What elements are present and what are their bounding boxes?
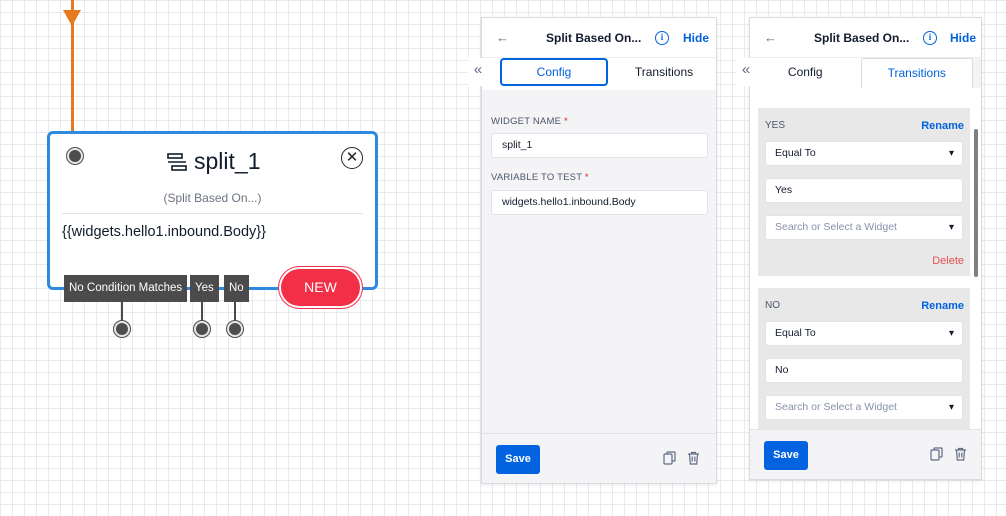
widget-input-port[interactable] <box>67 148 83 164</box>
widget-title: split_1 <box>166 148 260 175</box>
operator-value: Equal To <box>775 147 816 159</box>
chevron-down-icon: ▾ <box>948 328 954 339</box>
copy-icon[interactable] <box>930 447 943 461</box>
scrollbar[interactable] <box>974 129 978 277</box>
info-icon[interactable]: i <box>655 31 669 45</box>
double-chevron-left-icon[interactable]: « <box>736 58 756 86</box>
save-button[interactable]: Save <box>764 441 808 470</box>
transitions-panel: ← Split Based On... i Hide Config Transi… <box>736 17 982 480</box>
widget-name: split_1 <box>194 148 261 174</box>
widget-select[interactable]: Search or Select a Widget ▾ <box>765 395 963 420</box>
widget-select-placeholder: Search or Select a Widget <box>775 401 897 413</box>
arrow-left-icon[interactable]: ← <box>496 30 509 45</box>
chevron-down-icon: ▾ <box>948 402 954 413</box>
operator-select[interactable]: Equal To ▾ <box>765 321 963 346</box>
transitions-list: YES Rename Equal To ▾ Yes Search or Sele… <box>750 90 981 430</box>
hide-button[interactable]: Hide <box>683 31 709 45</box>
variable-to-test-input[interactable]: widgets.hello1.inbound.Body <box>491 190 708 215</box>
tab-transitions[interactable]: Transitions <box>612 58 716 88</box>
rename-button[interactable]: Rename <box>921 120 964 132</box>
transition-tag-yes[interactable]: Yes <box>190 275 219 302</box>
condition-card-yes: YES Rename Equal To ▾ Yes Search or Sele… <box>758 108 970 276</box>
transition-tag-no[interactable]: No <box>224 275 249 302</box>
panel-footer: Save <box>482 433 716 483</box>
operator-select[interactable]: Equal To ▾ <box>765 141 963 166</box>
panel-header: ← Split Based On... i Hide <box>750 18 981 58</box>
tab-config[interactable]: Config <box>750 58 861 88</box>
condition-value-input[interactable]: No <box>765 358 963 383</box>
panel-tabs: Config Transitions <box>482 58 716 88</box>
condition-card-no: NO Rename Equal To ▾ No Search or Select… <box>758 288 970 430</box>
widget-name-label: WIDGET NAME * <box>491 116 568 127</box>
split-icon <box>167 152 187 171</box>
panel-title: Split Based On... <box>814 31 910 45</box>
double-chevron-left-icon[interactable]: « <box>468 58 488 86</box>
arrow-left-icon[interactable]: ← <box>764 30 777 45</box>
output-port-no[interactable] <box>227 321 243 337</box>
condition-label: YES <box>765 120 786 131</box>
config-panel: ← Split Based On... i Hide Config Transi… <box>468 17 717 484</box>
widget-select-placeholder: Search or Select a Widget <box>775 221 897 233</box>
widget-type-label: (Split Based On...) <box>163 191 262 205</box>
widget-variable: {{widgets.hello1.inbound.Body}} <box>62 224 266 240</box>
delete-condition-button[interactable]: Delete <box>932 255 964 267</box>
copy-icon[interactable] <box>663 451 676 465</box>
panel-title: Split Based On... <box>546 31 642 45</box>
chevron-down-icon: ▾ <box>948 148 954 159</box>
widget-select[interactable]: Search or Select a Widget ▾ <box>765 215 963 240</box>
tab-config[interactable]: Config <box>500 58 608 86</box>
tab-transitions[interactable]: Transitions <box>860 58 973 88</box>
widget-name-input[interactable]: split_1 <box>491 133 708 158</box>
panel-header: ← Split Based On... i Hide <box>482 18 716 58</box>
condition-label: NO <box>765 300 780 311</box>
trash-icon[interactable] <box>954 447 967 461</box>
panel-tabs: Config Transitions <box>750 58 981 88</box>
split-widget[interactable]: split_1 ✕ (Split Based On...) {{widgets.… <box>47 131 378 337</box>
panel-footer: Save <box>750 429 981 479</box>
condition-value-input[interactable]: Yes <box>765 178 963 203</box>
variable-to-test-label: VARIABLE TO TEST * <box>491 172 589 183</box>
hide-button[interactable]: Hide <box>950 31 976 45</box>
chevron-down-icon: ▾ <box>948 222 954 233</box>
incoming-edge-arrow <box>63 10 81 26</box>
save-button[interactable]: Save <box>496 445 540 474</box>
new-transition-button[interactable]: NEW <box>281 269 360 306</box>
rename-button[interactable]: Rename <box>921 300 964 312</box>
output-port-yes[interactable] <box>194 321 210 337</box>
config-form: WIDGET NAME * split_1 VARIABLE TO TEST *… <box>482 90 716 435</box>
info-icon[interactable]: i <box>923 31 937 45</box>
transition-tag-no-condition[interactable]: No Condition Matches <box>64 275 188 302</box>
operator-value: Equal To <box>775 327 816 339</box>
output-port-no-condition[interactable] <box>114 321 130 337</box>
widget-divider <box>62 213 363 214</box>
trash-icon[interactable] <box>687 451 700 465</box>
close-icon[interactable]: ✕ <box>341 147 363 169</box>
